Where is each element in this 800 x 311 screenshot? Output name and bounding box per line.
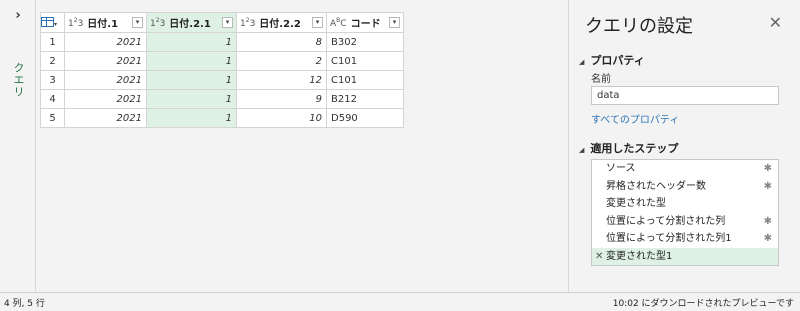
properties-section-header[interactable]: ◢ プロパティ xyxy=(579,52,645,68)
table-row[interactable]: 5 2021 1 10 D590 xyxy=(40,108,404,128)
preview-timestamp: 10:02 にダウンロードされたプレビューです xyxy=(612,299,794,309)
column-header-date1[interactable]: 123 日付.1 ▾ xyxy=(64,12,147,33)
column-filter-dropdown-icon[interactable]: ▾ xyxy=(312,17,323,28)
cell-date1[interactable]: 2021 xyxy=(64,51,147,71)
applied-steps-section-header[interactable]: ◢ 適用したステップ xyxy=(579,140,678,156)
cell-code[interactable]: B212 xyxy=(326,89,404,109)
cell-date2-2[interactable]: 10 xyxy=(236,108,327,128)
row-number[interactable]: 4 xyxy=(40,89,65,109)
cell-code[interactable]: D590 xyxy=(326,108,404,128)
expand-queries-chevron-icon[interactable]: › xyxy=(11,9,25,23)
text-type-icon[interactable]: ABC xyxy=(330,17,347,29)
cell-date2-1[interactable]: 1 xyxy=(146,89,237,109)
delete-step-icon[interactable]: ✕ xyxy=(595,248,603,266)
row-number[interactable]: 1 xyxy=(40,32,65,52)
column-header-label: 日付.1 xyxy=(87,19,119,30)
collapse-triangle-icon[interactable]: ◢ xyxy=(579,58,584,66)
step-label: 変更された型1 xyxy=(606,250,673,262)
column-filter-dropdown-icon[interactable]: ▾ xyxy=(222,17,233,28)
number-type-icon[interactable]: 123 xyxy=(240,17,255,29)
applied-step[interactable]: ソース ✱ xyxy=(592,160,778,178)
table-row[interactable]: 1 2021 1 8 B302 xyxy=(40,32,404,52)
applied-steps-list: ソース ✱ 昇格されたヘッダー数 ✱ 変更された型 位置によって分割された列 ✱… xyxy=(591,159,779,266)
step-label: 変更された型 xyxy=(606,198,666,209)
query-settings-pane: クエリの設定 ✕ ◢ プロパティ 名前 すべてのプロパティ ◢ 適用したステップ ソ… xyxy=(568,0,800,292)
table-row[interactable]: 3 2021 1 12 C101 xyxy=(40,70,404,90)
cell-date2-2[interactable]: 9 xyxy=(236,89,327,109)
column-header-label: 日付.2.1 xyxy=(169,19,211,30)
column-header-code[interactable]: ABC コード ▾ xyxy=(326,12,404,33)
column-filter-dropdown-icon[interactable]: ▾ xyxy=(132,17,143,28)
close-icon[interactable]: ✕ xyxy=(769,15,782,31)
column-filter-dropdown-icon[interactable]: ▾ xyxy=(389,17,400,28)
properties-header-label: プロパティ xyxy=(590,54,645,67)
table-row[interactable]: 2 2021 1 2 C101 xyxy=(40,51,404,71)
status-bar: 4 列, 5 行 10:02 にダウンロードされたプレビューです xyxy=(0,292,800,311)
cell-code[interactable]: C101 xyxy=(326,51,404,71)
cell-code[interactable]: B302 xyxy=(326,32,404,52)
column-header-label: コード xyxy=(350,19,381,30)
row-number[interactable]: 3 xyxy=(40,70,65,90)
query-settings-title: クエリの設定 xyxy=(585,16,693,37)
cell-date2-2[interactable]: 12 xyxy=(236,70,327,90)
cell-date2-1[interactable]: 1 xyxy=(146,70,237,90)
cell-date2-2[interactable]: 8 xyxy=(236,32,327,52)
name-label: 名前 xyxy=(591,74,611,85)
cell-date2-1[interactable]: 1 xyxy=(146,108,237,128)
column-header-date2-2[interactable]: 123 日付.2.2 ▾ xyxy=(236,12,327,33)
cell-date1[interactable]: 2021 xyxy=(64,108,147,128)
cell-date1[interactable]: 2021 xyxy=(64,89,147,109)
applied-step-active[interactable]: ✕ 変更された型1 xyxy=(592,247,778,266)
data-grid: ▾ 123 日付.1 ▾ 123 日付.2.1 ▾ 123 日付.2.2 ▾ A… xyxy=(40,12,404,128)
step-label: 位置によって分割された列 xyxy=(606,215,726,227)
queries-pane: › クエリ xyxy=(0,0,36,292)
all-properties-link[interactable]: すべてのプロパティ xyxy=(591,111,679,126)
gear-icon[interactable]: ✱ xyxy=(764,213,772,231)
applied-step[interactable]: 変更された型 xyxy=(592,195,778,213)
table-icon xyxy=(41,17,54,27)
data-preview-area: ▾ 123 日付.1 ▾ 123 日付.2.1 ▾ 123 日付.2.2 ▾ A… xyxy=(36,0,568,292)
table-menu-button[interactable]: ▾ xyxy=(40,12,65,33)
applied-step[interactable]: 位置によって分割された列 ✱ xyxy=(592,213,778,231)
table-menu-dropdown-icon: ▾ xyxy=(54,21,58,28)
column-header-label: 日付.2.2 xyxy=(259,19,301,30)
query-name-input[interactable] xyxy=(591,86,779,105)
applied-step[interactable]: 昇格されたヘッダー数 ✱ xyxy=(592,178,778,196)
step-label: 昇格されたヘッダー数 xyxy=(606,180,706,192)
cell-code[interactable]: C101 xyxy=(326,70,404,90)
number-type-icon[interactable]: 123 xyxy=(68,17,83,29)
cell-date1[interactable]: 2021 xyxy=(64,70,147,90)
applied-step[interactable]: 位置によって分割された列1 ✱ xyxy=(592,230,778,248)
cell-date1[interactable]: 2021 xyxy=(64,32,147,52)
applied-steps-header-label: 適用したステップ xyxy=(590,142,679,155)
row-number[interactable]: 2 xyxy=(40,51,65,71)
row-number[interactable]: 5 xyxy=(40,108,65,128)
number-type-icon[interactable]: 123 xyxy=(150,17,165,29)
power-query-editor: › クエリ ▾ 123 日付.1 ▾ 123 日付.2.1 ▾ 123 日付.2… xyxy=(0,0,800,311)
cell-date2-1[interactable]: 1 xyxy=(146,32,237,52)
cell-date2-1[interactable]: 1 xyxy=(146,51,237,71)
row-column-count: 4 列, 5 行 xyxy=(4,299,45,309)
step-label: ソース xyxy=(606,163,636,174)
table-row[interactable]: 4 2021 1 9 B212 xyxy=(40,89,404,109)
cell-date2-2[interactable]: 2 xyxy=(236,51,327,71)
step-label: 位置によって分割された列1 xyxy=(606,233,732,244)
queries-pane-label[interactable]: クエリ xyxy=(10,62,26,98)
gear-icon[interactable]: ✱ xyxy=(764,178,772,196)
gear-icon[interactable]: ✱ xyxy=(764,160,772,178)
collapse-triangle-icon[interactable]: ◢ xyxy=(579,146,584,154)
column-header-date2-1[interactable]: 123 日付.2.1 ▾ xyxy=(146,12,237,33)
gear-icon[interactable]: ✱ xyxy=(764,230,772,248)
